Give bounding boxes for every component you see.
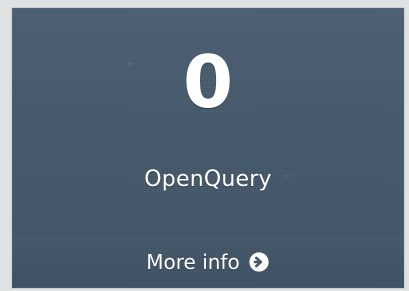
page: 0 OpenQuery More info	[0, 0, 409, 291]
openquery-stat-tile: 0 OpenQuery More info	[12, 8, 404, 288]
arrow-circle-right-icon	[248, 251, 270, 273]
count-value: 0	[182, 40, 234, 124]
more-info-label: More info	[146, 250, 240, 274]
more-info-link[interactable]: More info	[12, 236, 404, 288]
tile-label: OpenQuery	[144, 167, 272, 192]
